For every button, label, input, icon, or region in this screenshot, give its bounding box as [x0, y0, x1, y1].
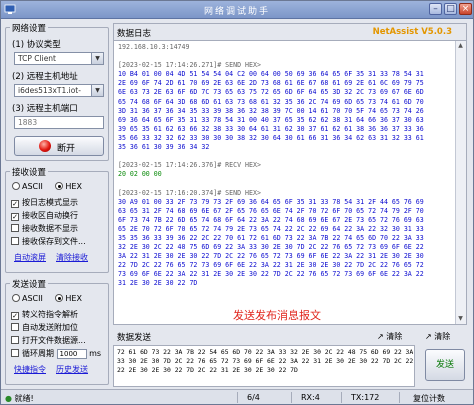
log-line: 3D 31 36 37 36 34 35 33 39 38 36 32 38 3… [118, 106, 424, 115]
log-line: [2023-02-15 17:14:26.271]# SEND HEX> [118, 61, 261, 70]
left-panel: 网络设置 (1) 协议类型 TCP Client ▼ (2) 远程主机地址 i6… [5, 22, 109, 385]
status-ready: ● 就绪! [5, 394, 34, 403]
send-option-append[interactable]: 自动发送附加位 [11, 322, 78, 333]
clear-recv-link[interactable]: 清除接收 [56, 253, 88, 262]
send-button[interactable]: 发送 [425, 349, 465, 381]
send-panel: 数据发送 ↗ 清除 ↗ 清除 72 61 6D 73 22 3A 7B 22 5… [113, 329, 467, 387]
recv-option-save[interactable]: 接收保存到文件... [11, 236, 86, 247]
protocol-value: TCP Client [18, 54, 56, 63]
log-line: 63 65 31 2F 74 68 69 6E 67 2F 65 76 65 6… [118, 206, 424, 215]
recv-option-log[interactable]: ✓ 按日志模式显示 [11, 197, 78, 208]
log-line: 69 36 64 65 6F 35 31 33 78 54 31 00 40 3… [118, 115, 424, 124]
reset-counter-button[interactable]: 复位计数 [413, 393, 445, 404]
recv-radio-hex[interactable]: HEX [55, 182, 82, 191]
host-label: (2) 远程主机地址 [12, 72, 78, 82]
status-bar: ● 就绪! 6/4 RX:4 TX:172 复位计数 [1, 389, 473, 404]
title-bar: 网络调试助手 – □ × [1, 1, 473, 19]
tab-data-send[interactable]: 数据发送 [117, 331, 151, 343]
log-line: 192.168.10.3:14749 [118, 43, 190, 51]
clear-send-button[interactable]: ↗ 清除 [377, 331, 402, 342]
send-radio-ascii[interactable]: ASCII [12, 294, 43, 303]
disconnect-button[interactable]: 断开 [14, 136, 104, 156]
log-line: 65 74 68 6F 64 3D 68 6D 61 63 73 68 61 3… [118, 97, 424, 106]
chevron-down-icon[interactable]: ▼ [91, 53, 103, 64]
protocol-label: (1) 协议类型 [12, 40, 61, 50]
scroll-down-icon[interactable]: ▼ [457, 315, 464, 323]
log-line: 39 65 35 61 62 63 66 32 38 33 30 64 61 3… [118, 124, 424, 133]
send-option-loop[interactable]: 循环周期 1000 ms [11, 348, 101, 359]
log-line: 30 A9 01 00 33 2F 73 79 73 2F 69 36 64 6… [118, 197, 424, 206]
brand-label: NetAssist V5.0.3 [372, 27, 452, 37]
log-line: 31 2E 30 2E 30 22 7D [118, 279, 198, 288]
recv-log-area[interactable]: 192.168.10.3:14749 [2023-02-15 17:14:26.… [118, 43, 454, 323]
disconnect-label: 断开 [57, 144, 76, 154]
recv-option-wrap[interactable]: ✓ 接收区自动换行 [11, 210, 78, 221]
recv-links: 自动滚屏 清除接收 [14, 252, 98, 263]
recv-scrollbar[interactable]: ▲ ▼ [455, 41, 466, 324]
send-option-file[interactable]: 打开文件数据源... [11, 335, 86, 346]
status-rx: RX:4 [301, 393, 320, 402]
log-line: 22 7D 2C 22 76 65 72 73 69 6F 6E 22 3A 2… [118, 261, 424, 270]
recv-settings-title: 接收设置 [10, 166, 49, 178]
maximize-button[interactable]: □ [444, 3, 457, 15]
host-select[interactable]: i6des513xT1.iot- ▼ [14, 84, 104, 97]
log-line: 6F 73 74 7B 22 6D 65 74 68 6F 64 22 3A 2… [118, 215, 424, 224]
log-line: 6E 63 73 2E 63 6F 6D 7C 73 65 63 75 72 6… [118, 88, 424, 97]
autoscroll-link[interactable]: 自动滚屏 [14, 253, 46, 262]
net-settings-title: 网络设置 [10, 22, 49, 34]
log-line: 3A 22 31 2E 30 2E 30 22 7D 2C 22 76 65 7… [118, 252, 424, 261]
recv-panel: 数据日志 NetAssist V5.0.3 192.168.10.3:14749… [113, 23, 467, 325]
annotation-text: 发送发布消息报文 [233, 309, 321, 322]
send-links: 快捷指令 历史发送 [14, 364, 98, 375]
net-settings-group: 网络设置 (1) 协议类型 TCP Client ▼ (2) 远程主机地址 i6… [5, 22, 109, 161]
log-line: [2023-02-15 17:14:26.376]# RECV HEX> [118, 161, 261, 170]
shortcut-link[interactable]: 快捷指令 [14, 365, 46, 374]
log-line: 32 2E 30 2C 22 48 75 6D 69 22 3A 33 30 2… [118, 243, 424, 252]
log-line: 20 02 00 00 [118, 170, 162, 179]
status-ok-icon: ● [5, 394, 12, 403]
clear-all-button[interactable]: ↗ 清除 [425, 331, 450, 342]
port-label: (3) 远程主机端口 [12, 104, 78, 114]
send-settings-group: 发送设置 ASCII HEX ✓ 转义符指令解析 自动发送附加位 打开文件数据源.… [5, 278, 109, 385]
recv-format-radios: ASCII HEX [12, 182, 82, 193]
protocol-select[interactable]: TCP Client ▼ [14, 52, 104, 65]
recv-option-hide[interactable]: 接收数据不显示 [11, 223, 78, 234]
loop-period-input[interactable]: 1000 [56, 349, 87, 359]
loop-period-unit: ms [89, 349, 102, 358]
status-tx: TX:172 [351, 393, 380, 402]
log-line: 35 35 36 33 39 36 22 2C 22 70 61 72 61 6… [118, 233, 424, 242]
send-format-radios: ASCII HEX [12, 294, 82, 305]
app-window: 网络调试助手 – □ × 网络设置 (1) 协议类型 TCP Client ▼ … [0, 0, 474, 405]
log-line: [2023-02-15 17:16:20.374]# SEND HEX> [118, 188, 261, 197]
log-line: 65 2E 70 72 6F 70 65 72 74 79 2E 73 65 7… [118, 224, 424, 233]
close-button[interactable]: × [459, 3, 472, 15]
log-line: 35 36 61 30 39 36 34 32 [118, 143, 210, 152]
recv-settings-group: 接收设置 ASCII HEX ✓ 按日志模式显示 ✓ 接收区自动换行 接收数据不显示… [5, 166, 109, 273]
send-panel-header: 数据发送 ↗ 清除 ↗ 清除 [113, 329, 467, 343]
host-value: i6des513xT1.iot- [18, 86, 81, 95]
log-line: 35 66 33 32 32 62 33 30 30 30 38 32 30 6… [118, 133, 424, 142]
port-input[interactable]: 1883 [14, 116, 104, 129]
send-settings-title: 发送设置 [10, 278, 49, 290]
status-led-icon [39, 140, 51, 152]
recv-radio-ascii[interactable]: ASCII [12, 182, 43, 191]
minimize-button[interactable]: – [429, 3, 442, 15]
chevron-down-icon[interactable]: ▼ [91, 85, 103, 96]
history-link[interactable]: 历史发送 [56, 365, 88, 374]
status-counter: 6/4 [247, 393, 260, 402]
log-line: 10 B4 01 00 04 4D 51 54 54 04 C2 00 64 0… [118, 70, 424, 79]
send-input[interactable]: 72 61 6D 73 22 3A 7B 22 54 65 6D 70 22 3… [113, 345, 415, 387]
log-line: 73 69 6F 6E 22 3A 22 31 2E 30 2E 30 22 7… [118, 270, 424, 279]
recv-panel-header: 数据日志 NetAssist V5.0.3 [114, 24, 466, 41]
tab-data-log[interactable]: 数据日志 [117, 27, 151, 39]
send-option-escape[interactable]: ✓ 转义符指令解析 [11, 309, 78, 320]
send-radio-hex[interactable]: HEX [55, 294, 82, 303]
scroll-up-icon[interactable]: ▲ [457, 42, 464, 50]
log-line: 2E 69 6F 74 2D 61 70 69 2E 63 6E 2D 73 6… [118, 79, 424, 88]
window-title: 网络调试助手 [203, 7, 270, 17]
